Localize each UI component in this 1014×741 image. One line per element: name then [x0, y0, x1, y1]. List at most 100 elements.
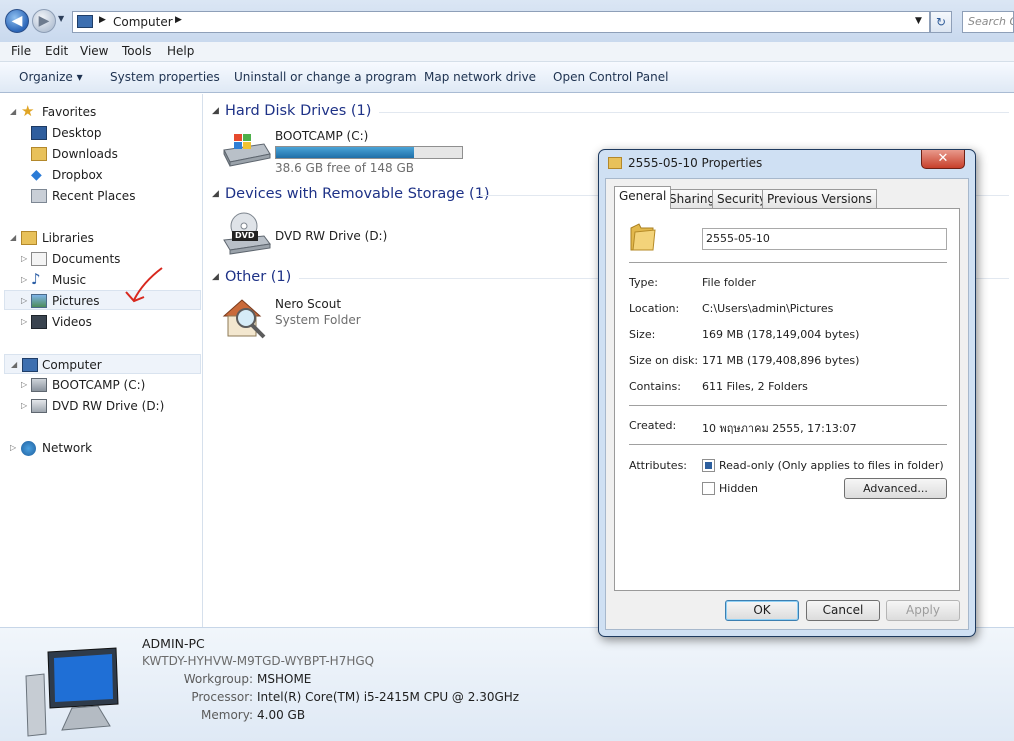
- menu-edit[interactable]: Edit: [45, 44, 68, 58]
- nav-dvd[interactable]: ▷ DVD RW Drive (D:): [0, 396, 200, 416]
- uninstall-program-button[interactable]: Uninstall or change a program: [234, 70, 417, 84]
- memory-label: Memory:: [201, 708, 253, 722]
- folder-name-input[interactable]: 2555-05-10: [702, 228, 947, 250]
- nav-videos-label: Videos: [52, 315, 92, 329]
- libraries-icon: [21, 231, 37, 245]
- contains-label: Contains:: [629, 380, 681, 393]
- collapsed-arrow-icon[interactable]: ▷: [21, 249, 27, 269]
- menu-help[interactable]: Help: [167, 44, 194, 58]
- recent-places-icon: [31, 189, 47, 203]
- nero-scout-name: Nero Scout: [275, 297, 342, 311]
- nav-documents[interactable]: ▷ Documents: [0, 249, 200, 269]
- back-button[interactable]: ◀: [5, 9, 29, 33]
- nav-desktop[interactable]: Desktop: [0, 123, 200, 143]
- dialog-title-bar[interactable]: 2555-05-10 Properties: [599, 150, 975, 178]
- size-label: Size:: [629, 328, 656, 341]
- music-icon: ♪: [31, 270, 41, 288]
- tab-general[interactable]: General: [614, 186, 672, 209]
- nav-recent-places[interactable]: Recent Places: [0, 186, 200, 206]
- hard-drive-icon: [223, 134, 271, 167]
- size-on-disk-label: Size on disk:: [629, 354, 699, 367]
- collapsed-arrow-icon[interactable]: ▷: [21, 270, 27, 290]
- size-value: 169 MB (178,149,004 bytes): [702, 328, 860, 341]
- expanded-arrow-icon[interactable]: ◢: [11, 355, 17, 375]
- forward-button[interactable]: ▶: [32, 9, 56, 33]
- hidden-label: Hidden: [719, 482, 759, 495]
- expanded-arrow-icon[interactable]: ◢: [10, 102, 16, 122]
- product-key: KWTDY-HYHVW-M9TGD-WYBPT-H7HGQ: [142, 654, 375, 668]
- dialog-body: General Sharing Security Previous Versio…: [605, 178, 969, 630]
- group-collapse-icon[interactable]: ◢: [212, 189, 219, 199]
- collapsed-arrow-icon[interactable]: ▷: [21, 312, 27, 332]
- item-nero-scout[interactable]: Nero Scout System Folder: [218, 294, 468, 340]
- workgroup-value: MSHOME: [257, 672, 312, 686]
- refresh-button[interactable]: ↻: [930, 11, 952, 33]
- group-collapse-icon[interactable]: ◢: [212, 106, 219, 116]
- nav-pictures[interactable]: ▷ Pictures: [4, 290, 201, 310]
- command-bar: Organize ▾ System properties Uninstall o…: [0, 62, 1014, 93]
- breadcrumb-computer[interactable]: Computer: [113, 15, 173, 29]
- ok-button[interactable]: OK: [725, 600, 799, 621]
- type-value: File folder: [702, 276, 756, 289]
- contains-value: 611 Files, 2 Folders: [702, 380, 808, 393]
- nav-dvd-label: DVD RW Drive (D:): [52, 399, 165, 413]
- computer-icon: [22, 358, 38, 372]
- drive-usage-bar: [275, 146, 463, 159]
- organize-button[interactable]: Organize ▾: [19, 70, 83, 84]
- group-removable-storage[interactable]: Devices with Removable Storage (1): [225, 186, 490, 202]
- nav-libraries[interactable]: ◢ Libraries: [0, 228, 200, 248]
- nav-bootcamp-label: BOOTCAMP (C:): [52, 378, 146, 392]
- breadcrumb-chevron[interactable]: ▶: [175, 15, 182, 25]
- nav-bootcamp[interactable]: ▷ BOOTCAMP (C:): [0, 375, 200, 395]
- search-input[interactable]: Search Computer: [962, 11, 1014, 33]
- close-button[interactable]: ✕: [921, 150, 965, 169]
- tab-previous-versions[interactable]: Previous Versions: [762, 189, 877, 208]
- system-properties-button[interactable]: System properties: [110, 70, 220, 84]
- nav-dropbox[interactable]: ◆ Dropbox: [0, 165, 200, 185]
- address-input[interactable]: ▶ Computer ▶ ▼: [72, 11, 930, 33]
- nav-favorites[interactable]: ◢ ★ Favorites: [0, 102, 200, 122]
- nav-downloads[interactable]: Downloads: [0, 144, 200, 164]
- nav-computer[interactable]: ◢ Computer: [4, 354, 201, 374]
- general-tab-panel: 2555-05-10 Type: File folder Location: C…: [614, 208, 960, 591]
- collapsed-arrow-icon[interactable]: ▷: [10, 438, 16, 458]
- group-collapse-icon[interactable]: ◢: [212, 272, 219, 282]
- expanded-arrow-icon[interactable]: ◢: [10, 228, 16, 248]
- nav-network[interactable]: ▷ Network: [0, 438, 200, 458]
- cancel-button[interactable]: Cancel: [806, 600, 880, 621]
- apply-button[interactable]: Apply: [886, 600, 960, 621]
- advanced-button[interactable]: Advanced...: [844, 478, 947, 499]
- menu-tools[interactable]: Tools: [122, 44, 152, 58]
- nav-pictures-label: Pictures: [52, 294, 100, 308]
- open-control-panel-button[interactable]: Open Control Panel: [553, 70, 668, 84]
- nav-downloads-label: Downloads: [52, 147, 118, 161]
- menu-view[interactable]: View: [80, 44, 108, 58]
- attributes-label: Attributes:: [629, 459, 688, 472]
- nav-videos[interactable]: ▷ Videos: [0, 312, 200, 332]
- nav-music[interactable]: ▷ ♪ Music: [0, 270, 200, 290]
- read-only-checkbox[interactable]: [702, 459, 715, 472]
- group-hard-disk-drives[interactable]: Hard Disk Drives (1): [225, 103, 371, 119]
- recent-pages-dropdown[interactable]: ▼: [58, 14, 64, 23]
- hidden-checkbox[interactable]: [702, 482, 715, 495]
- separator: [629, 405, 947, 406]
- collapsed-arrow-icon[interactable]: ▷: [21, 396, 27, 416]
- drive-item-dvd[interactable]: DVD DVD RW Drive (D:): [218, 210, 468, 258]
- details-pane: ADMIN-PC KWTDY-HYHVW-M9TGD-WYBPT-H7HGQ W…: [0, 627, 1014, 741]
- nav-music-label: Music: [52, 273, 87, 287]
- address-dropdown-icon[interactable]: ▼: [915, 16, 922, 26]
- nero-scout-icon: [222, 299, 266, 339]
- collapsed-arrow-icon[interactable]: ▷: [21, 291, 27, 311]
- separator: [629, 444, 947, 445]
- pictures-icon: [31, 294, 47, 308]
- menu-file[interactable]: File: [11, 44, 31, 58]
- navigation-pane: ◢ ★ Favorites Desktop Downloads ◆ Dropbo…: [0, 94, 203, 627]
- group-other[interactable]: Other (1): [225, 269, 291, 285]
- location-label: Location:: [629, 302, 680, 315]
- drive-item-bootcamp[interactable]: BOOTCAMP (C:) 38.6 GB free of 148 GB: [218, 126, 468, 175]
- dvd-badge: DVD: [235, 231, 255, 240]
- collapsed-arrow-icon[interactable]: ▷: [21, 375, 27, 395]
- map-network-drive-button[interactable]: Map network drive: [424, 70, 536, 84]
- nav-dropbox-label: Dropbox: [52, 168, 103, 182]
